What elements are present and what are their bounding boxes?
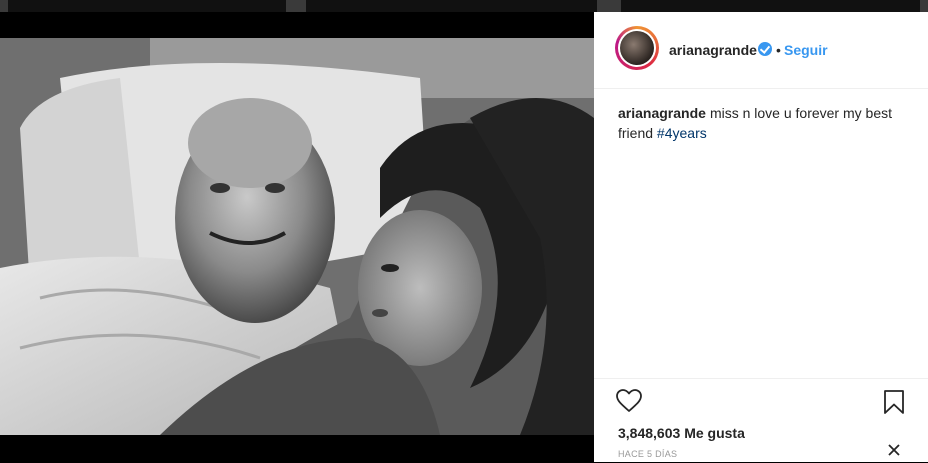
feed-thumbnail bbox=[920, 0, 928, 12]
username-link[interactable]: arianagrande bbox=[669, 42, 757, 58]
heart-icon[interactable] bbox=[616, 389, 642, 413]
bookmark-icon[interactable] bbox=[882, 389, 906, 415]
separator-dot: • bbox=[776, 42, 781, 58]
post-caption: arianagrande miss n love u forever my bes… bbox=[618, 103, 908, 143]
verified-badge-icon bbox=[758, 42, 772, 56]
feed-thumbnail bbox=[597, 0, 621, 12]
post-photo[interactable] bbox=[0, 38, 594, 435]
post-timestamp[interactable]: HACE 5 DÍAS bbox=[618, 449, 677, 459]
likes-number: 3,848,603 bbox=[618, 425, 681, 441]
avatar-image bbox=[620, 31, 654, 65]
likes-label: Me gusta bbox=[684, 425, 745, 441]
close-icon[interactable] bbox=[887, 443, 901, 457]
post-actions: 3,848,603 Me gusta HACE 5 DÍAS bbox=[594, 378, 928, 463]
follow-button[interactable]: Seguir bbox=[784, 42, 828, 58]
hashtag-link[interactable]: #4years bbox=[657, 125, 707, 141]
post-details-panel: arianagrande • Seguir arianagrande miss n… bbox=[594, 12, 928, 462]
photo-image bbox=[0, 38, 594, 435]
likes-count[interactable]: 3,848,603 Me gusta bbox=[618, 425, 745, 441]
caption-username-link[interactable]: arianagrande bbox=[618, 105, 706, 121]
feed-thumbnail bbox=[0, 0, 8, 12]
post-header: arianagrande • Seguir bbox=[594, 12, 928, 89]
background-feed-strip bbox=[0, 0, 928, 12]
avatar[interactable] bbox=[615, 26, 659, 70]
feed-thumbnail bbox=[286, 0, 306, 12]
avatar-frame bbox=[618, 29, 656, 67]
